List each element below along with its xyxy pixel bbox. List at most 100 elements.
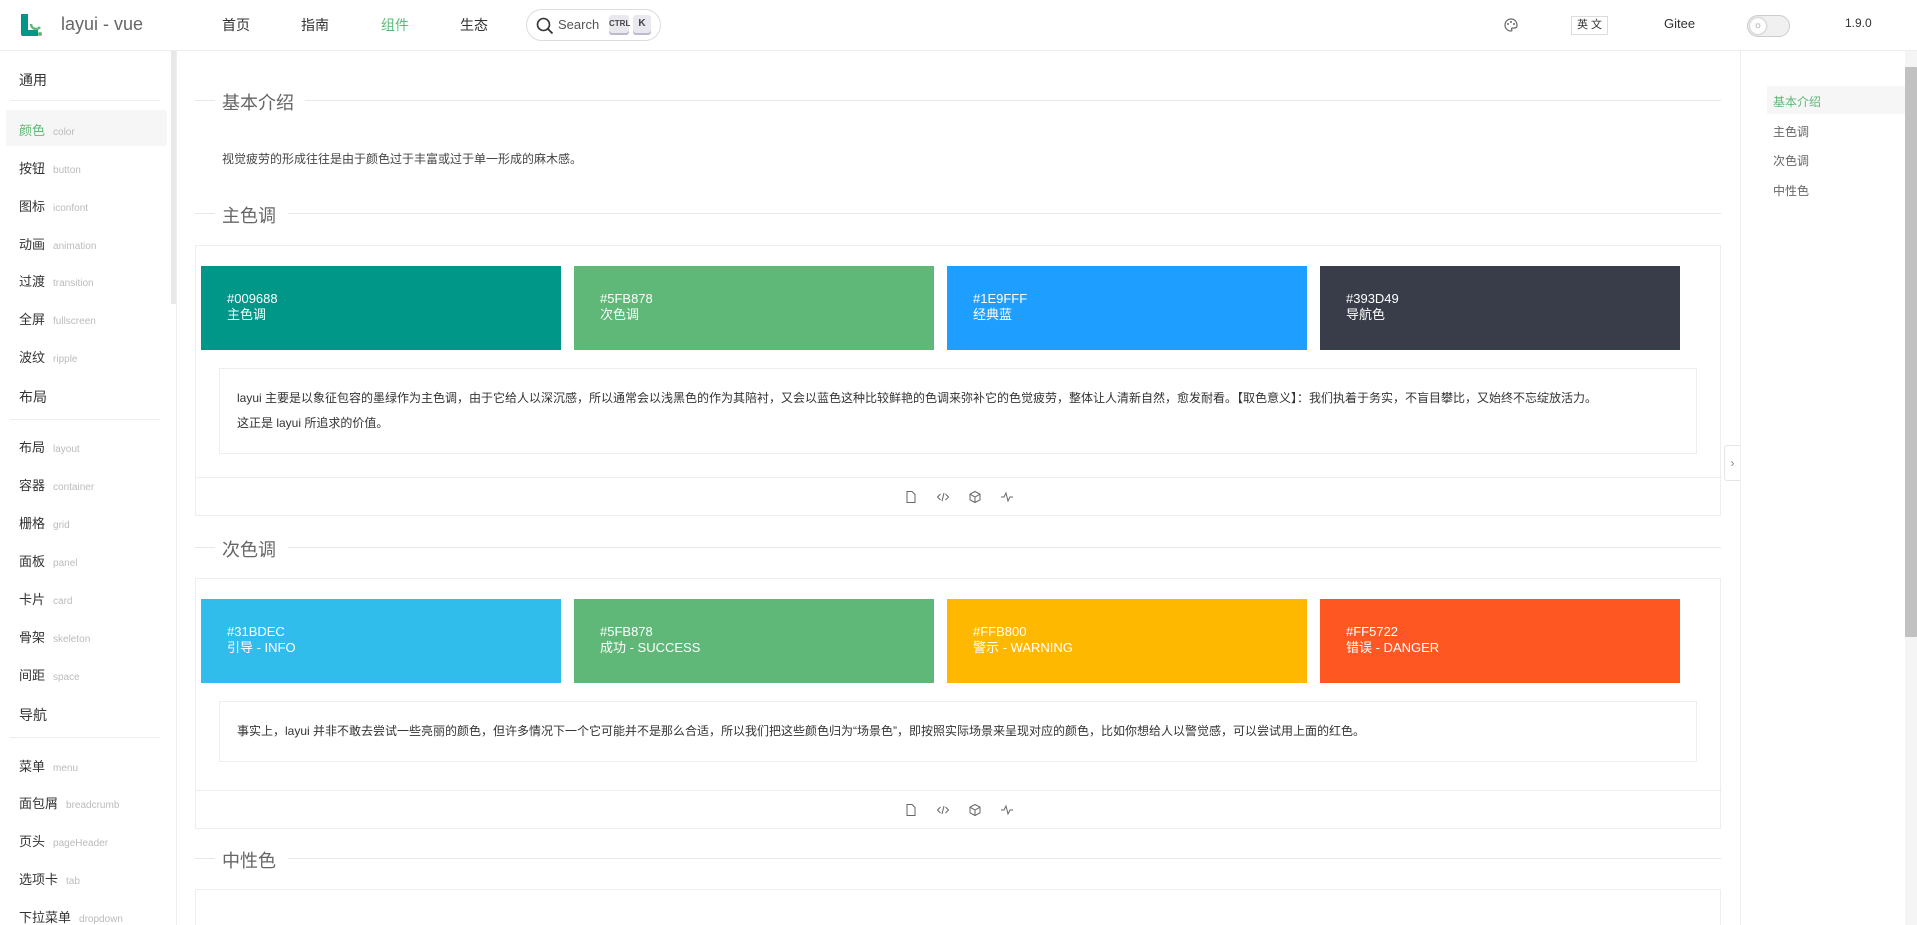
sidebar-item-sublabel: menu bbox=[53, 763, 79, 774]
swatch-hex: #5FB878 bbox=[600, 624, 653, 639]
activity-icon[interactable] bbox=[1000, 803, 1014, 817]
top-header: layui - vue 首页 指南 组件 生态 Search CTRL K 英 … bbox=[0, 0, 1917, 51]
sidebar-scrollbar[interactable] bbox=[171, 51, 176, 304]
sidebar-item-color[interactable]: 颜色 color bbox=[19, 120, 75, 139]
description-line: 这正是 layui 所追求的价值。 bbox=[237, 416, 389, 430]
sidebar-item-ripple[interactable]: 波纹 ripple bbox=[19, 347, 77, 366]
toc-item-neutral[interactable]: 中性色 bbox=[1773, 182, 1809, 199]
sun-icon: ☼ bbox=[1750, 18, 1766, 34]
sidebar-item-sublabel: breadcrumb bbox=[66, 800, 120, 811]
swatch-hex: #FF5722 bbox=[1346, 624, 1399, 639]
sidebar-item-fullscreen[interactable]: 全屏 fullscreen bbox=[19, 309, 96, 328]
sidebar-item-label: 页头 bbox=[19, 834, 46, 849]
sidebar-item-skeleton[interactable]: 骨架 skeleton bbox=[19, 627, 90, 646]
nav-guide[interactable]: 指南 bbox=[301, 15, 329, 35]
sidebar-item-sublabel: button bbox=[53, 165, 81, 176]
toc-collapse-button[interactable]: › bbox=[1724, 445, 1740, 481]
primary-color-demo: #009688 主色调 #5FB878 次色调 #1E9FFF 经典蓝 #393D49… bbox=[195, 245, 1722, 516]
sidebar-item-breadcrumb[interactable]: 面包屑 breadcrumb bbox=[19, 793, 119, 812]
toc-item-secondary[interactable]: 次色调 bbox=[1773, 152, 1809, 169]
swatch-hex: #FFB800 bbox=[973, 624, 1027, 639]
palette-icon[interactable] bbox=[1503, 17, 1519, 33]
sidebar-item-label: 间距 bbox=[19, 668, 46, 683]
swatch-label: 次色调 bbox=[600, 307, 640, 322]
intro-text: 视觉疲劳的形成往往是由于颜色过于丰富或过于单一形成的麻木感。 bbox=[222, 152, 583, 166]
nav-home[interactable]: 首页 bbox=[222, 15, 250, 35]
swatch-hex: #009688 bbox=[227, 291, 278, 306]
swatch-primary: #009688 主色调 bbox=[201, 266, 561, 350]
nav-ecosystem[interactable]: 生态 bbox=[460, 15, 488, 35]
cube-icon[interactable] bbox=[968, 490, 982, 504]
demo-toolbar bbox=[196, 477, 1722, 516]
sidebar-item-sublabel: tab bbox=[66, 876, 80, 887]
sidebar-item-dropdown[interactable]: 下拉菜单 dropdown bbox=[19, 907, 123, 925]
sidebar: 通用 颜色 color 按钮 button 图标 iconfont 动画 animati… bbox=[0, 51, 177, 925]
page-scrollbar-thumb[interactable] bbox=[1905, 67, 1917, 637]
sidebar-item-tab[interactable]: 选项卡 tab bbox=[19, 869, 80, 888]
sidebar-item-label: 全屏 bbox=[19, 312, 46, 327]
secondary-color-demo: #31BDEC 引导 - INFO #5FB878 成功 - SUCCESS #FF… bbox=[195, 578, 1722, 829]
swatch-secondary: #5FB878 次色调 bbox=[574, 266, 934, 350]
sidebar-item-menu[interactable]: 菜单 menu bbox=[19, 756, 78, 775]
code-icon[interactable] bbox=[936, 803, 950, 817]
theme-toggle[interactable]: ☼ bbox=[1747, 15, 1790, 37]
sidebar-item-sublabel: panel bbox=[53, 558, 78, 569]
sidebar-item-transition[interactable]: 过渡 transition bbox=[19, 271, 94, 290]
sidebar-item-space[interactable]: 间距 space bbox=[19, 665, 80, 684]
sidebar-item-label: 菜单 bbox=[19, 759, 46, 774]
activity-icon[interactable] bbox=[1000, 490, 1014, 504]
swatch-hex: #31BDEC bbox=[227, 624, 285, 639]
sidebar-item-sublabel: space bbox=[53, 672, 80, 683]
divider bbox=[10, 419, 160, 420]
sidebar-item-container[interactable]: 容器 container bbox=[19, 475, 94, 494]
sidebar-section-general: 通用 bbox=[19, 72, 47, 88]
toc-item-primary[interactable]: 主色调 bbox=[1773, 123, 1809, 140]
language-switch[interactable]: 英 文 bbox=[1571, 16, 1608, 35]
swatch-label: 警示 - WARNING bbox=[973, 640, 1073, 655]
toc-item-intro[interactable]: 基本介绍 bbox=[1773, 93, 1821, 110]
sidebar-item-pageheader[interactable]: 页头 pageHeader bbox=[19, 831, 108, 850]
divider bbox=[288, 858, 1721, 859]
description-line: 事实上，layui 并非不敢去尝试一些亮丽的颜色，但许多情况下一个它可能并不是那… bbox=[237, 724, 1366, 738]
demo-toolbar bbox=[196, 790, 1722, 829]
swatch-danger: #FF5722 错误 - DANGER bbox=[1320, 599, 1680, 683]
nav-components[interactable]: 组件 bbox=[381, 15, 409, 35]
kbd-k: K bbox=[633, 15, 651, 35]
sidebar-item-animation[interactable]: 动画 animation bbox=[19, 234, 96, 253]
sidebar-item-label: 动画 bbox=[19, 237, 46, 252]
divider bbox=[195, 100, 215, 101]
brand-title[interactable]: layui - vue bbox=[61, 14, 143, 35]
sidebar-item-label: 过渡 bbox=[19, 274, 46, 289]
sidebar-section-navigation: 导航 bbox=[19, 707, 47, 723]
swatch-hex: #5FB878 bbox=[600, 291, 653, 306]
sidebar-item-iconfont[interactable]: 图标 iconfont bbox=[19, 196, 88, 215]
table-of-contents: 基本介绍 主色调 次色调 中性色 bbox=[1740, 51, 1917, 925]
sidebar-item-label: 下拉菜单 bbox=[19, 910, 72, 925]
code-icon[interactable] bbox=[936, 490, 950, 504]
sidebar-item-button[interactable]: 按钮 button bbox=[19, 158, 81, 177]
sidebar-item-layout[interactable]: 布局 layout bbox=[19, 437, 80, 456]
swatch-success: #5FB878 成功 - SUCCESS bbox=[574, 599, 934, 683]
sidebar-item-grid[interactable]: 栅格 grid bbox=[19, 513, 70, 532]
file-icon[interactable] bbox=[904, 803, 918, 817]
swatch-label: 成功 - SUCCESS bbox=[600, 640, 701, 655]
divider bbox=[288, 213, 1721, 214]
swatch-label: 经典蓝 bbox=[973, 307, 1013, 322]
main-content: 基本介绍 视觉疲劳的形成往往是由于颜色过于丰富或过于单一形成的麻木感。 主色调 … bbox=[178, 51, 1739, 925]
sidebar-item-sublabel: fullscreen bbox=[53, 316, 96, 327]
section-title-neutral: 中性色 bbox=[222, 851, 276, 871]
swatch-info: #31BDEC 引导 - INFO bbox=[201, 599, 561, 683]
sidebar-item-label: 面包屑 bbox=[19, 796, 59, 811]
file-icon[interactable] bbox=[904, 490, 918, 504]
layui-logo-icon[interactable] bbox=[18, 12, 44, 38]
sidebar-item-panel[interactable]: 面板 panel bbox=[19, 551, 77, 570]
divider bbox=[195, 858, 215, 859]
swatch-label: 主色调 bbox=[227, 307, 267, 322]
cube-icon[interactable] bbox=[968, 803, 982, 817]
neutral-color-demo bbox=[195, 889, 1721, 925]
search-box[interactable]: Search CTRL K bbox=[526, 9, 661, 41]
divider bbox=[195, 547, 215, 548]
sidebar-item-sublabel: iconfont bbox=[53, 203, 89, 214]
sidebar-item-card[interactable]: 卡片 card bbox=[19, 589, 72, 608]
gitee-link[interactable]: Gitee bbox=[1664, 16, 1695, 31]
